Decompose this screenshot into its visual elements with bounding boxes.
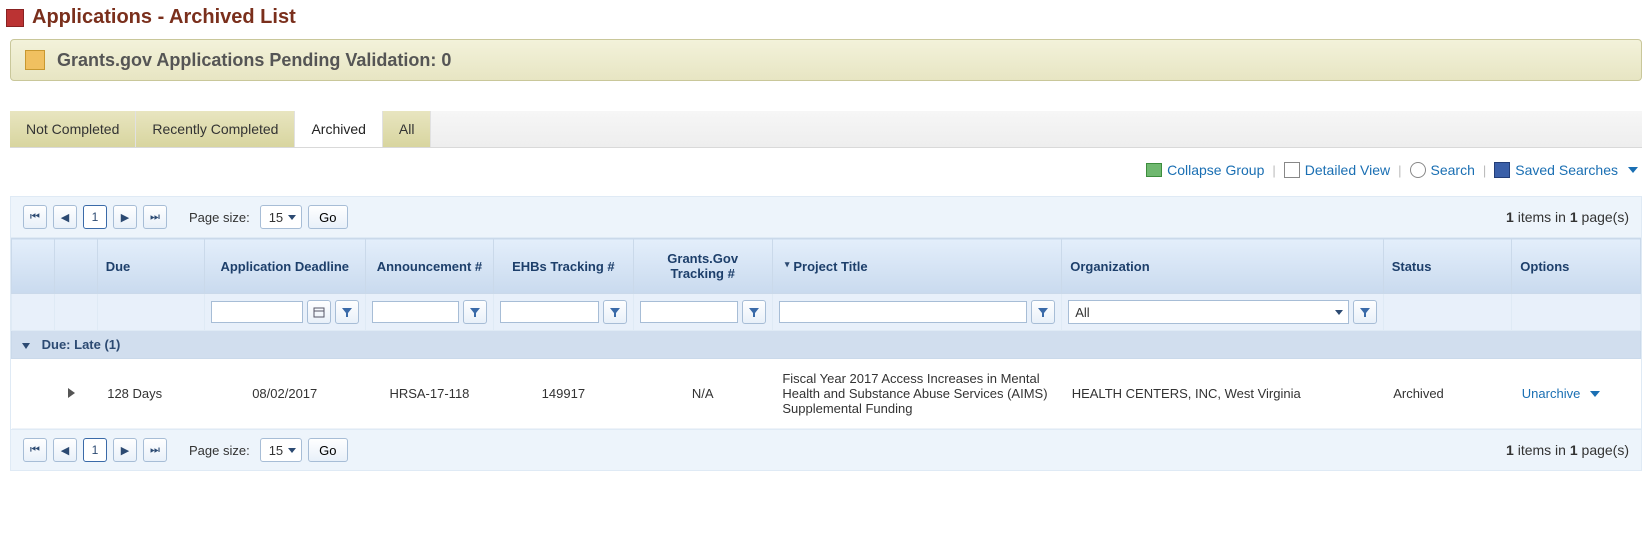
option-unarchive: Unarchive [1522, 386, 1581, 401]
page-title-bar: Applications - Archived List [0, 0, 1652, 39]
group-collapse-icon[interactable] [22, 343, 30, 349]
pager-go-button[interactable]: Go [308, 205, 347, 229]
cell-due: 128 Days [97, 359, 204, 429]
page-size-label: Page size: [189, 443, 250, 458]
group-label: Due: Late (1) [42, 337, 121, 352]
filter-deadline-calendar-button[interactable] [307, 300, 331, 324]
filter-announcement-button[interactable] [463, 300, 487, 324]
pager-page-number[interactable]: 1 [83, 438, 107, 462]
filter-deadline-input[interactable] [211, 301, 303, 323]
col-row-toggle [54, 239, 97, 294]
filter-organization-select[interactable]: All [1068, 300, 1349, 324]
tabs-container: Not Completed Recently Completed Archive… [10, 111, 1642, 148]
pager-first-button[interactable]: ⏮ [23, 205, 47, 229]
sort-indicator-icon: ▾ [785, 259, 790, 269]
collapse-group-link[interactable]: Collapse Group [1146, 162, 1264, 178]
saved-searches-link[interactable]: Saved Searches [1494, 162, 1618, 178]
cell-deadline[interactable]: 08/02/2017 [204, 359, 365, 429]
cell-announcement: HRSA-17-118 [365, 359, 494, 429]
tab-not-completed[interactable]: Not Completed [10, 111, 136, 147]
page-size-select[interactable]: 15 [260, 438, 302, 462]
group-row-late[interactable]: Due: Late (1) [12, 331, 1641, 359]
col-header-deadline[interactable]: Application Deadline [204, 239, 365, 294]
filter-title-input[interactable] [779, 301, 1027, 323]
filter-ehb-input[interactable] [500, 301, 598, 323]
filter-deadline-filter-button[interactable] [335, 300, 359, 324]
tab-recently-completed[interactable]: Recently Completed [136, 111, 295, 147]
filter-organization-button[interactable] [1353, 300, 1377, 324]
col-header-project-title[interactable]: ▾Project Title [772, 239, 1061, 294]
pager-page-number[interactable]: 1 [83, 205, 107, 229]
col-header-organization[interactable]: Organization [1062, 239, 1384, 294]
collapse-group-icon [1146, 163, 1162, 177]
cell-project-title: Fiscal Year 2017 Access Increases in Men… [772, 359, 1061, 429]
row-expand-icon[interactable] [68, 388, 75, 398]
cell-organization[interactable]: HEALTH CENTERS, INC, West Virginia [1062, 359, 1384, 429]
pager-summary: 1 items in 1 page(s) [1506, 442, 1629, 458]
filter-row: All [12, 294, 1641, 331]
options-dropdown-icon [1590, 391, 1600, 397]
filter-announcement-input[interactable] [372, 301, 460, 323]
folder-icon [25, 50, 45, 70]
page-size-select[interactable]: 15 [260, 205, 302, 229]
pending-validation-banner: Grants.gov Applications Pending Validati… [10, 39, 1642, 81]
col-header-grants-gov[interactable]: Grants.Gov Tracking # [633, 239, 772, 294]
page-size-label: Page size: [189, 210, 250, 225]
save-icon [1494, 162, 1510, 178]
pager-top: ⏮ ◀ 1 ▶ ⏭ Page size: 15 Go 1 items in 1 … [11, 197, 1641, 238]
pager-bottom: ⏮ ◀ 1 ▶ ⏭ Page size: 15 Go 1 items in 1 … [11, 429, 1641, 470]
cell-ehb: 149917 [494, 359, 633, 429]
col-group-toggle [12, 239, 55, 294]
pager-prev-button[interactable]: ◀ [53, 205, 77, 229]
col-header-options: Options [1512, 239, 1641, 294]
saved-searches-dropdown-icon[interactable] [1628, 167, 1638, 173]
pager-last-button[interactable]: ⏭ [143, 438, 167, 462]
pager-next-button[interactable]: ▶ [113, 438, 137, 462]
cell-status: Archived [1383, 359, 1512, 429]
col-header-ehb[interactable]: EHBs Tracking # [494, 239, 633, 294]
detailed-view-link[interactable]: Detailed View [1284, 162, 1390, 178]
search-icon [1410, 162, 1426, 178]
filter-grants-gov-button[interactable] [742, 300, 766, 324]
pager-first-button[interactable]: ⏮ [23, 438, 47, 462]
col-header-due[interactable]: Due [97, 239, 204, 294]
tab-all[interactable]: All [383, 111, 432, 147]
row-options[interactable]: Unarchive [1522, 386, 1631, 401]
col-header-status[interactable]: Status [1383, 239, 1512, 294]
pager-summary: 1 items in 1 page(s) [1506, 209, 1629, 225]
detailed-view-icon [1284, 162, 1300, 178]
pager-go-button[interactable]: Go [308, 438, 347, 462]
banner-text: Grants.gov Applications Pending Validati… [57, 50, 451, 71]
pager-next-button[interactable]: ▶ [113, 205, 137, 229]
applications-table: Due Application Deadline Announcement # … [11, 238, 1641, 429]
table-row: 128 Days 08/02/2017 HRSA-17-118 149917 N… [12, 359, 1641, 429]
pager-last-button[interactable]: ⏭ [143, 205, 167, 229]
col-header-announcement[interactable]: Announcement # [365, 239, 494, 294]
filter-title-button[interactable] [1031, 300, 1055, 324]
page-title: Applications - Archived List [32, 6, 296, 29]
tab-archived[interactable]: Archived [295, 111, 382, 147]
filter-grants-gov-input[interactable] [640, 301, 738, 323]
data-grid: ⏮ ◀ 1 ▶ ⏭ Page size: 15 Go 1 items in 1 … [10, 196, 1642, 471]
grid-toolbar: Collapse Group | Detailed View | Search … [0, 148, 1652, 186]
page-icon [6, 9, 24, 27]
search-link[interactable]: Search [1410, 162, 1475, 178]
cell-grants-gov: N/A [633, 359, 772, 429]
filter-ehb-button[interactable] [603, 300, 627, 324]
pager-prev-button[interactable]: ◀ [53, 438, 77, 462]
